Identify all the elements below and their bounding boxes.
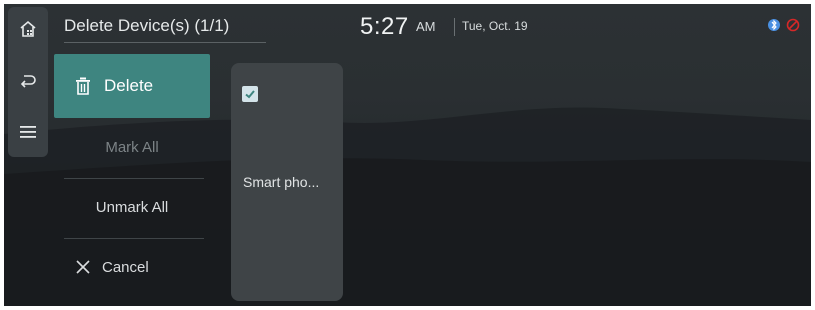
home-button[interactable] bbox=[8, 11, 48, 51]
home-icon bbox=[18, 19, 38, 44]
header-separator bbox=[454, 18, 455, 36]
bluetooth-icon bbox=[767, 17, 783, 38]
mark-all-button[interactable]: Mark All bbox=[54, 118, 210, 176]
page-title: Delete Device(s) (1/1) bbox=[64, 16, 266, 43]
clock-time: 5:27 bbox=[360, 13, 409, 40]
cancel-label: Cancel bbox=[102, 258, 149, 276]
delete-button[interactable]: Delete bbox=[54, 54, 210, 118]
checkmark-icon bbox=[244, 88, 256, 100]
date-text: Tue, Oct. 19 bbox=[462, 19, 528, 33]
back-icon bbox=[18, 71, 38, 96]
infotainment-screen: Delete Device(s) (1/1) 5:27 AM Tue, Oct.… bbox=[4, 4, 811, 306]
delete-label: Delete bbox=[104, 76, 154, 95]
menu-icon bbox=[19, 124, 37, 145]
mark-all-label: Mark All bbox=[105, 138, 159, 156]
cancel-button[interactable]: Cancel bbox=[54, 238, 210, 296]
status-area bbox=[767, 16, 803, 34]
device-checkbox[interactable] bbox=[242, 86, 258, 102]
back-button[interactable] bbox=[8, 63, 48, 103]
clock-ampm: AM bbox=[416, 19, 436, 34]
unmark-all-label: Unmark All bbox=[95, 198, 169, 216]
no-phone-icon bbox=[785, 17, 801, 38]
device-card[interactable]: Smart pho... bbox=[231, 63, 343, 301]
side-nav bbox=[8, 7, 48, 157]
menu-button[interactable] bbox=[8, 114, 48, 154]
trash-icon bbox=[74, 76, 92, 96]
unmark-all-button[interactable]: Unmark All bbox=[54, 178, 210, 236]
device-name: Smart pho... bbox=[243, 174, 320, 190]
close-icon bbox=[76, 260, 90, 274]
